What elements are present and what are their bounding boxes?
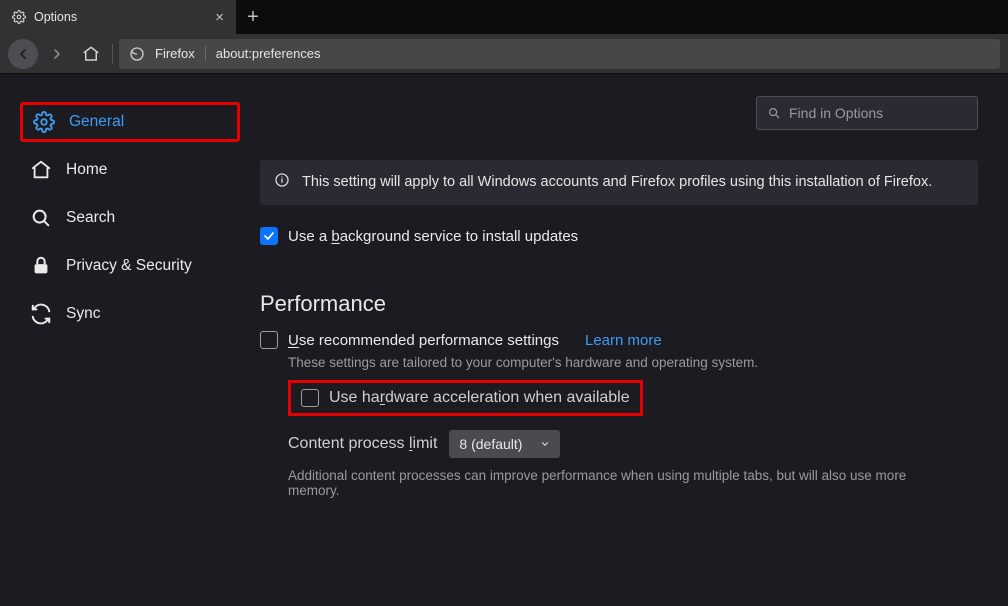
gear-icon	[12, 10, 26, 24]
sidebar-item-privacy[interactable]: Privacy & Security	[20, 246, 240, 286]
toolbar-divider	[112, 44, 113, 64]
hw-accel-checkbox[interactable]	[301, 389, 319, 407]
background-service-checkbox-row: Use a background service to install upda…	[260, 227, 978, 245]
preferences-sidebar: General Home Search Privacy & Security S…	[0, 74, 260, 606]
recommended-perf-checkbox[interactable]	[260, 331, 278, 349]
perf-tailored-note: These settings are tailored to your comp…	[288, 355, 978, 370]
content-process-limit-select[interactable]: 8 (default)	[449, 430, 560, 458]
forward-button[interactable]	[42, 39, 72, 69]
sidebar-item-label: Home	[66, 161, 107, 179]
find-in-options-input[interactable]: Find in Options	[756, 96, 978, 130]
recommended-perf-row: Use recommended performance settings Lea…	[260, 331, 978, 349]
sidebar-item-home[interactable]: Home	[20, 150, 240, 190]
sidebar-item-general[interactable]: General	[20, 102, 240, 142]
content-process-note: Additional content processes can improve…	[288, 468, 948, 498]
tab-title: Options	[34, 10, 77, 24]
performance-heading: Performance	[260, 291, 978, 317]
gear-icon	[33, 111, 55, 133]
learn-more-link[interactable]: Learn more	[585, 332, 662, 349]
content-process-limit-row: Content process limit 8 (default)	[288, 430, 978, 458]
search-placeholder: Find in Options	[789, 105, 883, 121]
info-banner-text: This setting will apply to all Windows a…	[302, 172, 932, 193]
chevron-down-icon	[540, 439, 550, 449]
sidebar-item-label: Search	[66, 209, 115, 227]
tab-strip: Options × +	[0, 0, 1008, 34]
select-value: 8 (default)	[459, 436, 522, 452]
background-service-checkbox[interactable]	[260, 227, 278, 245]
nav-toolbar: Firefox about:preferences	[0, 34, 1008, 74]
search-icon	[30, 207, 52, 229]
sidebar-item-label: Privacy & Security	[66, 257, 192, 275]
preferences-page: General Home Search Privacy & Security S…	[0, 74, 1008, 606]
sidebar-item-label: General	[69, 113, 124, 131]
sidebar-item-sync[interactable]: Sync	[20, 294, 240, 334]
back-button[interactable]	[8, 39, 38, 69]
sidebar-item-search[interactable]: Search	[20, 198, 240, 238]
hw-accel-label: Use hardware acceleration when available	[329, 389, 630, 407]
url-text: about:preferences	[216, 46, 321, 61]
url-bar[interactable]: Firefox about:preferences	[119, 39, 1000, 69]
content-process-limit-label: Content process limit	[288, 435, 437, 453]
home-icon	[30, 159, 52, 181]
sidebar-item-label: Sync	[66, 305, 100, 323]
hw-accel-row: Use hardware acceleration when available	[288, 380, 643, 416]
recommended-perf-label: Use recommended performance settings	[288, 332, 559, 349]
info-icon	[274, 172, 290, 193]
new-tab-button[interactable]: +	[236, 0, 270, 34]
search-icon	[767, 106, 781, 120]
url-identity-label: Firefox	[155, 46, 206, 61]
lock-icon	[30, 255, 52, 277]
close-tab-button[interactable]: ×	[215, 9, 224, 26]
sync-icon	[30, 303, 52, 325]
info-banner: This setting will apply to all Windows a…	[260, 160, 978, 205]
browser-tab-options[interactable]: Options ×	[0, 0, 236, 34]
firefox-icon	[129, 46, 145, 62]
preferences-content: Find in Options This setting will apply …	[260, 74, 1008, 606]
background-service-label: Use a background service to install upda…	[288, 228, 578, 245]
home-button[interactable]	[76, 39, 106, 69]
search-wrap: Find in Options	[260, 96, 978, 130]
